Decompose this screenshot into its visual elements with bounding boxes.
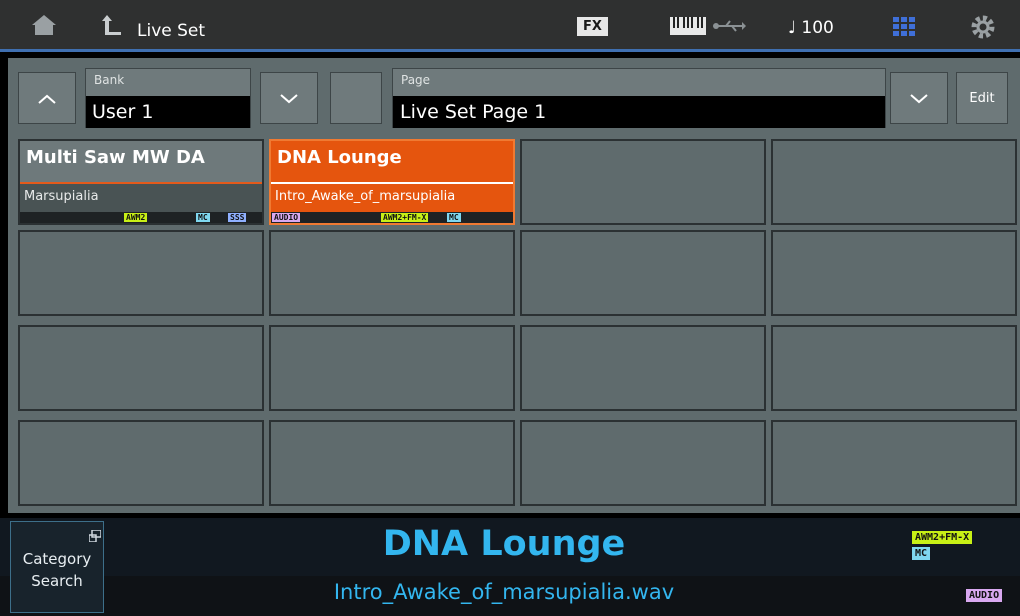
chevron-down-icon — [910, 89, 928, 108]
live-set-panel: Bank User 1 Page Live Set Page 1 Edit Mu… — [8, 58, 1020, 513]
performance-name: DNA Lounge — [382, 524, 626, 564]
home-icon[interactable] — [30, 12, 58, 38]
awm2-tag: AWM2 — [124, 213, 148, 222]
keyboard-icon — [670, 17, 706, 35]
top-bar-divider — [0, 49, 1020, 52]
slot-7[interactable] — [520, 230, 766, 316]
usb-icon — [712, 18, 746, 34]
top-bar: Live Set FX ♩ 100 — [0, 0, 1020, 52]
slot-tag-row: AUDIO AWM2+FM-X MC — [271, 212, 513, 223]
page-blank-button[interactable] — [330, 72, 382, 124]
slot-subtitle: Intro_Awake_of_marsupialia — [271, 184, 513, 212]
mc-tag: MC — [196, 213, 210, 222]
slot-14[interactable] — [269, 420, 515, 506]
grid-icon[interactable] — [893, 17, 915, 37]
slot-tag-row: AWM2 MC SSS — [20, 212, 262, 223]
bank-label: Bank — [94, 73, 125, 87]
bank-up-button[interactable] — [18, 72, 76, 124]
mc-tag: MC — [447, 213, 461, 222]
page-title: Live Set — [137, 21, 206, 41]
slot-subtitle: Marsupialia — [20, 184, 262, 212]
slot-12[interactable] — [771, 325, 1017, 411]
mc-tag: MC — [912, 547, 931, 560]
slot-3[interactable] — [520, 139, 766, 225]
bank-value[interactable]: User 1 — [86, 96, 250, 128]
page-down-button[interactable] — [890, 72, 948, 124]
category-search-label: Category Search — [22, 550, 92, 590]
chevron-down-icon — [280, 89, 298, 108]
page-value[interactable]: Live Set Page 1 — [393, 96, 885, 128]
slot-4[interactable] — [771, 139, 1017, 225]
engine-tag: AWM2+FM-X — [912, 531, 973, 544]
slot-name: Multi Saw MW DA — [26, 147, 205, 168]
slot-6[interactable] — [269, 230, 515, 316]
awm2-fmx-tag: AWM2+FM-X — [381, 213, 429, 222]
page-selector[interactable]: Page Live Set Page 1 — [392, 68, 886, 128]
bank-selector[interactable]: Bank User 1 — [85, 68, 251, 128]
slot-name: DNA Lounge — [277, 147, 402, 168]
category-search-button[interactable]: Category Search — [10, 521, 104, 613]
back-arrow-icon[interactable] — [100, 12, 124, 38]
slot-15[interactable] — [520, 420, 766, 506]
slot-2[interactable]: DNA Lounge Intro_Awake_of_marsupialia AU… — [269, 139, 515, 225]
chevron-up-icon — [38, 89, 56, 108]
tempo-display[interactable]: ♩ 100 — [788, 18, 834, 38]
audio-file-name: Intro_Awake_of_marsupialia.wav — [333, 580, 675, 604]
bank-down-button[interactable] — [260, 72, 318, 124]
audio-tag: AUDIO — [966, 589, 1003, 602]
slot-10[interactable] — [269, 325, 515, 411]
audio-tag: AUDIO — [272, 213, 301, 222]
slot-8[interactable] — [771, 230, 1017, 316]
slot-13[interactable] — [18, 420, 264, 506]
window-icon — [88, 527, 102, 543]
slot-9[interactable] — [18, 325, 264, 411]
gear-icon[interactable] — [970, 14, 996, 40]
edit-button[interactable]: Edit — [956, 72, 1008, 124]
slot-1[interactable]: Multi Saw MW DA Marsupialia AWM2 MC SSS — [18, 139, 264, 225]
slot-16[interactable] — [771, 420, 1017, 506]
slot-11[interactable] — [520, 325, 766, 411]
page-label: Page — [401, 73, 431, 87]
slot-5[interactable] — [18, 230, 264, 316]
sss-tag: SSS — [228, 213, 247, 222]
fx-button[interactable]: FX — [577, 17, 608, 36]
